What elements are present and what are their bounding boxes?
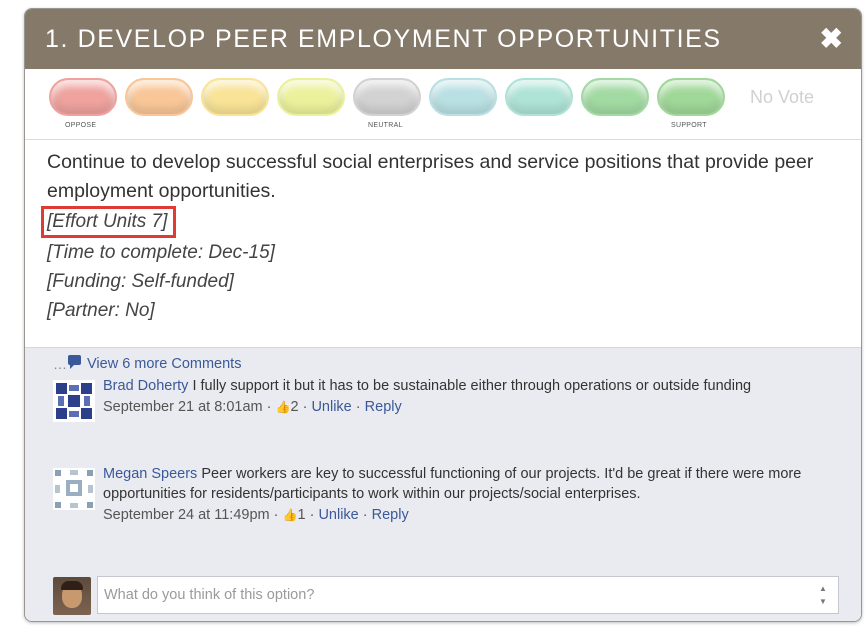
vote-option-9[interactable] xyxy=(657,78,725,116)
comment-text: I fully support it but it has to be sust… xyxy=(192,378,752,394)
thumbs-up-icon: 👍 xyxy=(275,400,291,414)
ellipsis-icon: … xyxy=(53,356,67,372)
separator: · xyxy=(273,507,279,523)
vote-option-1[interactable] xyxy=(49,78,117,116)
separator: · xyxy=(355,399,361,415)
vote-option-7[interactable] xyxy=(505,78,573,116)
reply-link[interactable]: Reply xyxy=(365,399,402,415)
comment-item: Megan Speers Peer workers are key to suc… xyxy=(53,464,831,526)
comments-section: … View 6 more Comments Brad Doherty I fu… xyxy=(25,347,861,621)
close-icon[interactable]: ✖ xyxy=(820,25,843,53)
partner: [Partner: No] xyxy=(47,300,155,321)
comment-item: Brad Doherty I fully support it but it h… xyxy=(53,376,831,422)
vote-option-5[interactable] xyxy=(353,78,421,116)
separator: · xyxy=(309,507,315,523)
dialog-header: 1. DEVELOP PEER EMPLOYMENT OPPORTUNITIES… xyxy=(25,9,861,69)
no-vote-option[interactable]: No Vote xyxy=(750,87,814,108)
vote-option-2[interactable] xyxy=(125,78,193,116)
comment-time: September 24 at 11:49pm xyxy=(103,507,270,523)
avatar[interactable] xyxy=(53,380,95,422)
comment-input[interactable] xyxy=(97,576,839,614)
avatar[interactable] xyxy=(53,468,95,510)
vote-option-4[interactable] xyxy=(277,78,345,116)
separator: · xyxy=(266,399,272,415)
like-count: 2 xyxy=(290,399,299,415)
vote-option-6[interactable] xyxy=(429,78,497,116)
vote-option-3[interactable] xyxy=(201,78,269,116)
vote-option-8[interactable] xyxy=(581,78,649,116)
chevron-up-icon[interactable]: ▲ xyxy=(819,583,827,594)
like-count: 1 xyxy=(297,507,306,523)
time-to-complete: [Time to complete: Dec-15] xyxy=(47,242,275,263)
comment-author[interactable]: Brad Doherty xyxy=(103,378,188,394)
view-more-comments[interactable]: … View 6 more Comments xyxy=(53,355,241,372)
effort-units: [Effort Units 7] xyxy=(41,206,177,238)
comment-time: September 21 at 8:01am xyxy=(103,399,263,415)
funding: [Funding: Self-funded] xyxy=(47,271,234,292)
dialog-title: 1. DEVELOP PEER EMPLOYMENT OPPORTUNITIES xyxy=(45,24,722,53)
separator: · xyxy=(362,507,368,523)
view-more-comments-link[interactable]: View 6 more Comments xyxy=(87,356,241,372)
neutral-label: NEUTRAL xyxy=(368,122,403,129)
option-dialog: 1. DEVELOP PEER EMPLOYMENT OPPORTUNITIES… xyxy=(24,8,862,622)
option-details: Continue to develop successful social en… xyxy=(25,140,861,331)
thumbs-up-icon: 👍 xyxy=(282,508,298,522)
user-avatar xyxy=(53,577,91,615)
comment-author[interactable]: Megan Speers xyxy=(103,466,197,482)
unlike-link[interactable]: Unlike xyxy=(311,399,351,415)
reply-link[interactable]: Reply xyxy=(372,507,409,523)
support-label: SUPPORT xyxy=(671,122,707,129)
oppose-label: OPPOSE xyxy=(65,122,97,129)
comment-bubble-icon xyxy=(68,355,81,369)
vote-scale: OPPOSE NEUTRAL SUPPORT No Vote xyxy=(25,69,861,140)
resize-stepper[interactable]: ▲ ▼ xyxy=(817,583,829,607)
unlike-link[interactable]: Unlike xyxy=(318,507,358,523)
option-description: Continue to develop successful social en… xyxy=(47,151,814,202)
comment-text: Peer workers are key to successful funct… xyxy=(103,466,802,502)
comment-composer: ▲ ▼ xyxy=(53,576,839,616)
separator: · xyxy=(302,399,308,415)
chevron-down-icon[interactable]: ▼ xyxy=(819,596,827,607)
